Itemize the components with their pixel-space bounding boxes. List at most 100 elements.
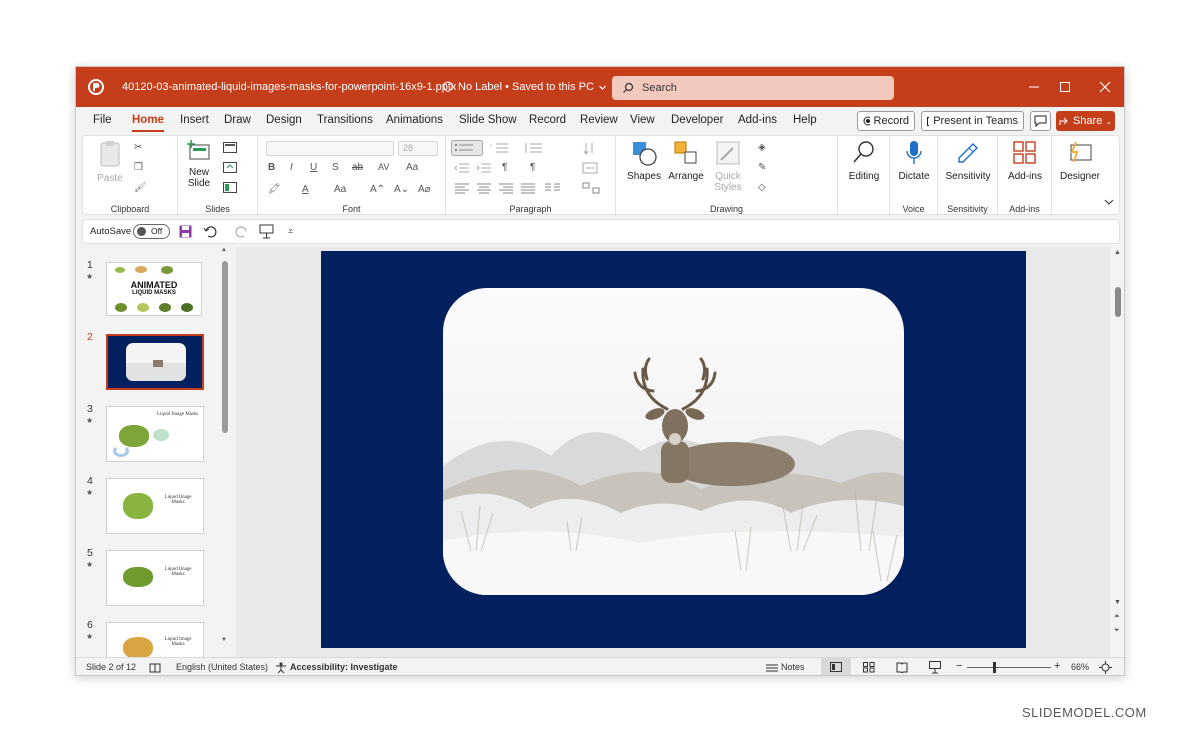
tab-review[interactable]: Review <box>580 114 618 126</box>
justify-icon[interactable] <box>520 182 536 194</box>
slide-thumbnail-3[interactable]: Liquid Image Masks <box>106 406 204 462</box>
decrease-indent-icon[interactable] <box>454 162 470 174</box>
case-icon[interactable]: Aa <box>406 162 418 173</box>
zoom-slider[interactable] <box>967 667 1051 668</box>
autosave-toggle[interactable]: Off <box>133 224 170 239</box>
redo-icon[interactable] <box>235 225 249 238</box>
increase-indent-icon[interactable] <box>476 162 492 174</box>
label-status[interactable]: No Label • Saved to this PC <box>442 81 607 93</box>
thumbnails-scrollbar[interactable]: ▲ ▼ <box>221 247 228 647</box>
tab-transitions[interactable]: Transitions <box>317 114 373 126</box>
slide-thumbnail-1[interactable]: ANIMATED LIQUID MASKS <box>106 262 202 316</box>
smartart-icon[interactable] <box>582 182 602 194</box>
notes-button[interactable]: Notes <box>781 662 805 672</box>
change-case-icon[interactable]: Aa <box>334 184 346 195</box>
align-center-icon[interactable] <box>476 182 492 194</box>
present-in-teams-button[interactable]: Present in Teams <box>921 111 1024 131</box>
undo-icon[interactable] <box>203 225 223 238</box>
save-icon[interactable] <box>179 225 192 238</box>
slide-scrollbar[interactable]: ▲ ▼ ⏶ ⏷ <box>1111 247 1124 657</box>
normal-view-button[interactable] <box>821 658 851 675</box>
scroll-up-icon[interactable]: ▲ <box>1114 249 1121 256</box>
tab-record[interactable]: Record <box>529 114 566 126</box>
customize-qat-icon[interactable]: ⩡ <box>288 226 293 237</box>
align-right-icon[interactable] <box>498 182 514 194</box>
collapse-ribbon-icon[interactable] <box>1104 198 1114 206</box>
tab-slide-show[interactable]: Slide Show <box>459 114 517 126</box>
font-color-icon[interactable]: A <box>302 184 309 195</box>
fit-to-window-icon[interactable] <box>1099 661 1112 674</box>
slide-show-icon[interactable] <box>929 661 941 674</box>
present-from-start-icon[interactable] <box>259 224 274 239</box>
slide-thumbnail-5[interactable]: Liquid Image Masks <box>106 550 204 606</box>
tab-animations[interactable]: Animations <box>386 114 443 126</box>
record-button[interactable]: Record <box>857 111 915 131</box>
reset-icon[interactable] <box>223 162 237 173</box>
tab-file[interactable]: File <box>93 114 112 126</box>
slide-thumbnail-4[interactable]: Liquid Image Masks <box>106 478 204 534</box>
underline-icon[interactable]: U <box>310 162 317 173</box>
tab-help[interactable]: Help <box>793 114 817 126</box>
align-left-icon[interactable] <box>454 182 470 194</box>
accessibility-icon[interactable] <box>275 662 287 674</box>
zoom-out-icon[interactable]: − <box>956 660 962 672</box>
char-spacing-icon[interactable]: AV <box>378 162 389 172</box>
zoom-slider-thumb[interactable] <box>993 662 996 673</box>
language-label[interactable]: English (United States) <box>176 662 268 672</box>
tab-home[interactable]: Home <box>132 114 164 132</box>
tab-add-ins[interactable]: Add-ins <box>738 114 777 126</box>
zoom-in-icon[interactable]: + <box>1054 660 1060 672</box>
paste-button[interactable]: Paste <box>95 140 125 184</box>
strikethrough-icon[interactable]: ab <box>352 162 363 173</box>
close-button[interactable] <box>1082 67 1124 107</box>
layout-icon[interactable] <box>223 142 237 153</box>
numbering-icon[interactable]: 1 <box>490 141 510 155</box>
shape-effects-icon[interactable]: ◇ <box>758 182 766 193</box>
slide-scroll-thumb[interactable] <box>1115 287 1121 317</box>
add-ins-button[interactable]: Add-ins <box>1004 140 1046 182</box>
office-logo-icon[interactable] <box>88 79 104 95</box>
align-text-icon[interactable] <box>582 162 602 174</box>
bold-icon[interactable]: B <box>268 162 275 173</box>
shrink-font-icon[interactable]: A⌄ <box>394 184 409 195</box>
spelling-icon[interactable] <box>149 662 161 673</box>
font-size-dropdown[interactable]: 28 <box>398 141 438 156</box>
dictate-button[interactable]: Dictate <box>896 140 932 182</box>
editing-button[interactable]: Editing <box>846 140 882 182</box>
tab-insert[interactable]: Insert <box>180 114 209 126</box>
cut-icon[interactable]: ✂ <box>134 142 142 153</box>
zoom-level[interactable]: 66% <box>1071 662 1089 672</box>
previous-slide-icon[interactable]: ⏶ <box>1114 613 1120 621</box>
share-button[interactable]: Share ⌄ <box>1056 111 1115 131</box>
scroll-down-icon[interactable]: ▼ <box>221 637 227 643</box>
clear-formatting-icon[interactable]: A⌀ <box>418 184 431 195</box>
new-slide-button[interactable]: New Slide <box>183 140 215 189</box>
scroll-thumb[interactable] <box>222 261 228 433</box>
slide-thumbnail-2[interactable] <box>104 332 206 392</box>
next-slide-icon[interactable]: ⏷ <box>1114 627 1120 635</box>
copy-icon[interactable]: ❐ <box>134 162 143 173</box>
reading-view-icon[interactable] <box>896 662 908 673</box>
shadow-icon[interactable]: S <box>332 162 339 173</box>
ltr-icon[interactable]: ¶ <box>502 162 507 173</box>
comments-button[interactable] <box>1030 111 1051 131</box>
quick-styles-button[interactable]: Quick Styles <box>710 140 746 193</box>
sensitivity-button[interactable]: Sensitivity <box>944 140 992 182</box>
italic-icon[interactable]: I <box>290 162 293 173</box>
slide-sorter-icon[interactable] <box>863 662 875 673</box>
shape-fill-icon[interactable]: ◈ <box>758 142 766 153</box>
designer-button[interactable]: Designer <box>1058 140 1102 182</box>
arrange-button[interactable]: Arrange <box>668 140 704 182</box>
scroll-down-icon[interactable]: ▼ <box>1114 599 1121 606</box>
slide-thumbnail-6[interactable]: Liquid Image Masks <box>106 622 204 662</box>
section-icon[interactable] <box>223 182 237 193</box>
bullets-icon[interactable] <box>451 140 483 156</box>
tab-draw[interactable]: Draw <box>224 114 251 126</box>
shape-outline-icon[interactable]: ✎ <box>758 162 766 173</box>
format-painter-icon[interactable]: 🖌 <box>134 182 147 193</box>
rtl-icon[interactable]: ¶ <box>530 162 535 173</box>
tab-developer[interactable]: Developer <box>671 114 723 126</box>
grow-font-icon[interactable]: A⌃ <box>370 184 385 195</box>
shapes-button[interactable]: Shapes <box>626 140 662 182</box>
scroll-up-icon[interactable]: ▲ <box>221 247 227 253</box>
